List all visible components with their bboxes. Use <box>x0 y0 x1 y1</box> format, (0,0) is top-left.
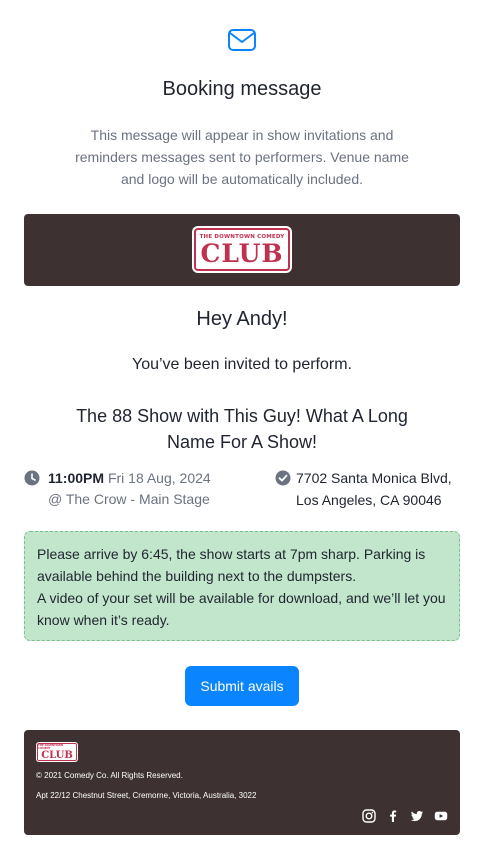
show-name: The 88 Show with This Guy! What A Long N… <box>76 406 408 452</box>
venue-name: @ The Crow - Main Stage <box>48 491 210 507</box>
time-value: 11:00PM <box>48 470 105 486</box>
notes-line-2: A video of your set will be available fo… <box>37 590 446 628</box>
clock-icon <box>24 470 40 486</box>
email-header-bar: THE DOWNTOWN COMEDY CLUB <box>24 214 460 286</box>
check-badge-icon <box>275 470 291 486</box>
instagram-icon[interactable] <box>362 809 376 823</box>
footer-address: Apt 22/12 Chestnut Street, Cremorne, Vic… <box>36 791 257 800</box>
notes-line-1: Please arrive by 6:45, the show starts a… <box>37 546 426 584</box>
social-links <box>362 809 448 823</box>
address-line-1: 7702 Santa Monica Blvd, <box>296 470 452 486</box>
address-line-2: Los Angeles, CA 90046 <box>296 492 442 508</box>
facebook-icon[interactable] <box>386 809 400 823</box>
submit-avails-button[interactable]: Submit avails <box>185 666 299 706</box>
date-value: Fri 18 Aug, 2024 <box>107 470 211 486</box>
footer-logo: THE DOWNTOWN COMEDY CLUB <box>36 742 78 762</box>
venue-logo: THE DOWNTOWN COMEDY CLUB <box>192 226 292 273</box>
footer-copyright: © 2021 Comedy Co. All Rights Reserved. <box>36 771 183 780</box>
twitter-icon[interactable] <box>410 809 424 823</box>
booking-message-page: Booking message This message will appear… <box>0 0 484 859</box>
page-title: Booking message <box>162 78 322 100</box>
invite-text: You’ve been invited to perform. <box>132 356 352 373</box>
show-time: 11:00PM Fri 18 Aug, 2024 <box>48 468 211 488</box>
booking-notes: Please arrive by 6:45, the show starts a… <box>24 531 460 641</box>
envelope-icon <box>228 29 256 51</box>
page-subtitle: This message will appear in show invitat… <box>75 127 409 187</box>
greeting: Hey Andy! <box>196 308 288 330</box>
youtube-icon[interactable] <box>434 809 448 823</box>
venue-address: 7702 Santa Monica Blvd, Los Angeles, CA … <box>296 467 452 511</box>
footer-logo-main-text: CLUB <box>41 749 73 761</box>
email-footer: THE DOWNTOWN COMEDY CLUB © 2021 Comedy C… <box>24 730 460 835</box>
logo-main-text: CLUB <box>200 238 284 268</box>
